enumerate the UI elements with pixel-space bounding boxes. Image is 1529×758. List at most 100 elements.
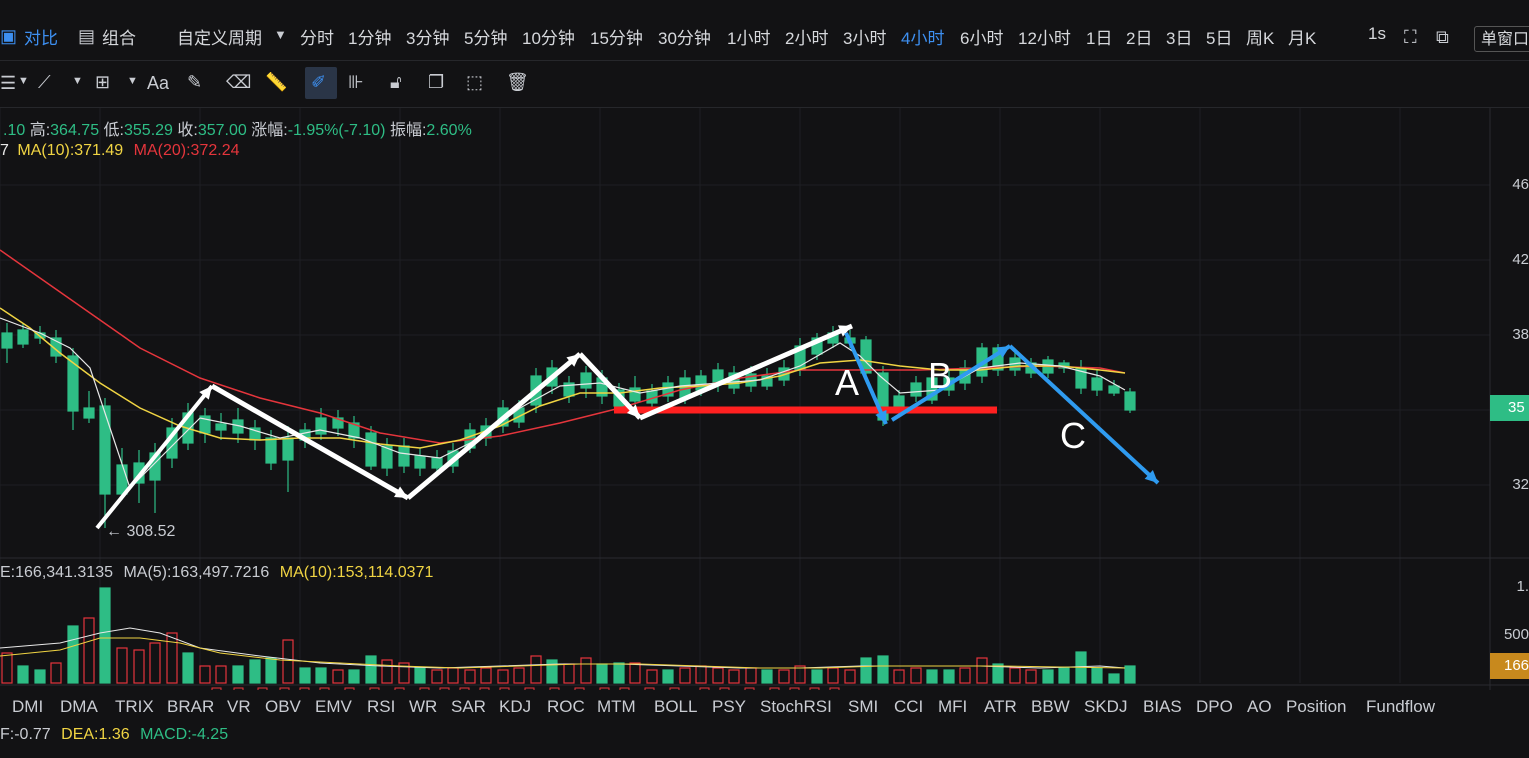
trash-icon[interactable]: 🗑︎ [506, 72, 529, 93]
compare-icon[interactable]: ▣ [0, 26, 17, 47]
volume-bar [232, 665, 244, 684]
volume-bar [943, 669, 955, 684]
kline-chart[interactable]: .10 高:364.75 低:355.29 收:357.00 涨幅:-1.95%… [0, 108, 1529, 758]
indicator-tab-dma[interactable]: DMA [60, 697, 98, 717]
chevron-down-icon[interactable]: ▼ [18, 75, 29, 87]
draw-icon[interactable]: ✐ [311, 72, 326, 93]
period-tab-12[interactable]: 12小时 [1018, 24, 1071, 49]
volume-bar [1058, 667, 1070, 684]
candle-body [398, 445, 410, 467]
period-tab-16[interactable]: 5日 [1206, 24, 1232, 49]
indicator-tab-mtm[interactable]: MTM [597, 697, 636, 717]
volume-bar [646, 669, 658, 684]
change-value: -1.95%(-7.10) [287, 122, 386, 139]
refresh-interval[interactable]: 1s [1368, 24, 1386, 44]
period-tab-10[interactable]: 4小时 [901, 24, 944, 49]
candle-body [580, 372, 592, 389]
indicator-tab-vr[interactable]: VR [227, 697, 251, 717]
indicator-tab-kdj[interactable]: KDJ [499, 697, 531, 717]
indicator-tab-bbw[interactable]: BBW [1031, 697, 1070, 717]
amplitude-label: 振幅: [389, 122, 427, 139]
trend-arrow [210, 383, 410, 501]
ma-legend: 7 MA(10):371.49 MA(20):372.24 [0, 142, 240, 160]
pattern-icon[interactable]: ⊪ [348, 72, 364, 93]
period-tab-1[interactable]: 1分钟 [348, 24, 391, 49]
period-tab-9[interactable]: 3小时 [843, 24, 886, 49]
period-tab-6[interactable]: 30分钟 [658, 24, 711, 49]
window-mode-select[interactable]: 单窗口 [1474, 26, 1529, 52]
volume-bar [629, 662, 641, 684]
combine-icon[interactable]: ▤ [78, 26, 95, 47]
indicator-tab-mfi[interactable]: MFI [938, 697, 967, 717]
period-tab-17[interactable]: 周K [1246, 24, 1274, 49]
custom-period-dropdown[interactable]: 自定义周期 [177, 24, 262, 49]
period-tab-7[interactable]: 1小时 [727, 24, 770, 49]
ruler-icon[interactable]: 📏 [265, 72, 287, 93]
indicator-tab-skdj[interactable]: SKDJ [1084, 697, 1127, 717]
indicator-tab-emv[interactable]: EMV [315, 697, 352, 717]
combine-button[interactable]: 组合 [102, 24, 136, 49]
indicator-tab-wr[interactable]: WR [409, 697, 437, 717]
indicator-tab-position[interactable]: Position [1286, 697, 1346, 717]
wave-label-a: A [835, 362, 860, 403]
brush-icon[interactable]: ✎ [187, 72, 202, 93]
chart-canvas[interactable] [0, 108, 1529, 690]
indicator-tab-roc[interactable]: ROC [547, 697, 585, 717]
ma10-value: MA(10):371.49 [17, 142, 124, 159]
indicator-tab-brar[interactable]: BRAR [167, 697, 214, 717]
period-tab-4[interactable]: 10分钟 [522, 24, 575, 49]
period-tab-5[interactable]: 15分钟 [590, 24, 643, 49]
period-tab-13[interactable]: 1日 [1086, 24, 1112, 49]
indicator-tab-psy[interactable]: PSY [712, 697, 746, 717]
volume-bar [712, 667, 724, 684]
chevron-down-icon[interactable]: ▼ [72, 75, 83, 87]
indicator-tab-stochrsi[interactable]: StochRSI [760, 697, 832, 717]
copy-icon[interactable]: ❐ [428, 72, 444, 93]
volume-bar [761, 669, 773, 684]
period-tab-0[interactable]: 分时 [300, 24, 334, 49]
high-value: 364.75 [50, 122, 100, 139]
volume-bar [1108, 673, 1120, 684]
chevron-down-icon[interactable]: ▼ [274, 27, 287, 42]
period-tab-8[interactable]: 2小时 [785, 24, 828, 49]
current-price-tag: 35 [1490, 395, 1529, 421]
volume-bar [282, 639, 294, 684]
candle-body [414, 455, 426, 469]
crosshair-icon[interactable]: ⊞ [95, 72, 110, 93]
period-tab-2[interactable]: 3分钟 [406, 24, 449, 49]
indicator-tab-atr[interactable]: ATR [984, 697, 1017, 717]
period-tab-14[interactable]: 2日 [1126, 24, 1152, 49]
ma5-line [0, 317, 1126, 490]
indicator-tab-bias[interactable]: BIAS [1143, 697, 1182, 717]
indicator-tab-dpo[interactable]: DPO [1196, 697, 1233, 717]
indicator-tab-sar[interactable]: SAR [451, 697, 486, 717]
indicator-tab-obv[interactable]: OBV [265, 697, 301, 717]
indicator-tab-smi[interactable]: SMI [848, 697, 878, 717]
fullscreen-icon[interactable]: ⛶ [1404, 27, 1417, 48]
line-tool-icon[interactable]: ⟋ [38, 72, 51, 93]
menu-icon[interactable]: ☰ [0, 73, 16, 94]
indicator-tab-boll[interactable]: BOLL [654, 697, 697, 717]
popout-icon[interactable]: ⧉ [1436, 27, 1449, 48]
period-tab-18[interactable]: 月K [1288, 24, 1316, 49]
indicator-tab-trix[interactable]: TRIX [115, 697, 154, 717]
screenshot-icon[interactable]: ⬚ [466, 72, 483, 93]
amplitude-value: 2.60% [426, 122, 472, 139]
period-tab-3[interactable]: 5分钟 [464, 24, 507, 49]
text-icon[interactable]: Aa [147, 73, 169, 94]
lock-icon[interactable]: 🔓︎ [390, 72, 402, 93]
period-tab-11[interactable]: 6小时 [960, 24, 1003, 49]
indicator-tab-cci[interactable]: CCI [894, 697, 923, 717]
ohlc-legend: .10 高:364.75 低:355.29 收:357.00 涨幅:-1.95%… [3, 116, 472, 140]
indicator-tab-fundflow[interactable]: Fundflow [1366, 697, 1435, 717]
price-axis-tick: 42 [1512, 251, 1529, 268]
chevron-down-icon[interactable]: ▼ [127, 75, 138, 87]
compare-button[interactable]: 对比 [24, 24, 58, 49]
indicator-tab-ao[interactable]: AO [1247, 697, 1272, 717]
current-volume-tag: 166 [1490, 653, 1529, 679]
indicator-tab-dmi[interactable]: DMI [12, 697, 43, 717]
eraser-icon[interactable]: ⌫ [226, 72, 251, 93]
indicator-tab-rsi[interactable]: RSI [367, 697, 395, 717]
period-tab-15[interactable]: 3日 [1166, 24, 1192, 49]
volume-bar [215, 665, 227, 684]
